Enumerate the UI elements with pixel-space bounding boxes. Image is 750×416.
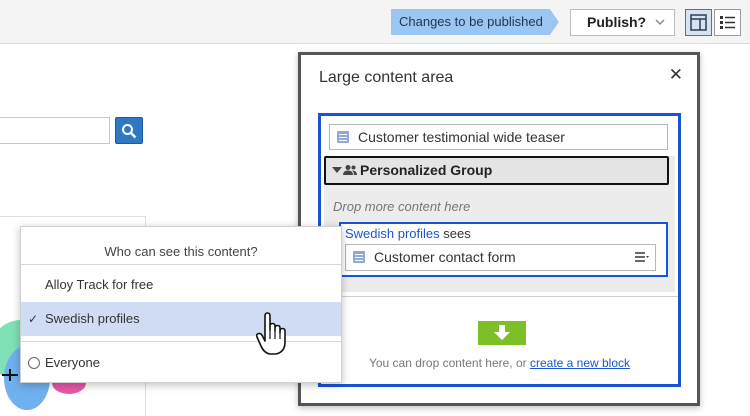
down-arrow-icon [478,321,526,345]
popup-title: Who can see this content? [104,244,258,259]
option-label: Swedish profiles [45,311,140,326]
variant-content-block[interactable]: Customer contact form [345,244,656,271]
drop-zone-label: You can drop content here, or [368,356,527,370]
large-content-area-dialog: Large content area ✕ Customer testimonia… [298,52,700,406]
content-area[interactable]: Customer testimonial wide teaser Persona… [318,113,681,387]
checkmark-icon: ✓ [28,312,39,326]
personalized-group: Personalized Group Drop more content her… [324,156,675,292]
content-block-label: Customer testimonial wide teaser [358,129,565,145]
users-icon [343,165,357,175]
option-alloy-track[interactable]: Alloy Track for free [21,268,341,302]
variant-block-label: Customer contact form [374,249,516,265]
document-icon [337,131,349,143]
app-window: Changes to be published Publish? Large c… [0,0,750,416]
visibility-popup: Who can see this content? Alloy Track fo… [20,226,342,383]
divider [21,341,341,342]
layout-panels-icon [690,14,707,31]
group-label: Personalized Group [360,162,493,178]
chevron-down-icon [654,10,666,43]
list-view-button[interactable] [714,9,741,36]
close-icon[interactable]: ✕ [669,65,683,85]
search-input[interactable] [0,117,110,144]
document-icon [353,251,365,263]
audience-line: Swedish profiles sees [345,226,471,241]
hand-cursor-icon [255,312,286,355]
status-badge: Changes to be published [391,9,559,35]
context-menu-icon[interactable] [635,252,649,262]
option-label: Alloy Track for free [45,277,154,292]
layout-panels-button[interactable] [685,9,712,36]
collapse-triangle-icon[interactable] [332,167,342,173]
option-everyone[interactable]: Everyone [21,346,341,380]
publish-label: Publish? [587,14,647,30]
sees-label: sees [443,226,471,241]
radio-icon [28,357,40,369]
divider [21,264,341,265]
decorative-plus [2,368,18,381]
dialog-title: Large content area [319,69,454,86]
drop-zone-text: You can drop content here, or create a n… [321,356,678,370]
divider [321,296,678,297]
personalized-group-header[interactable]: Personalized Group [324,156,669,185]
list-view-icon [720,16,735,29]
content-block[interactable]: Customer testimonial wide teaser [329,124,668,150]
audience-link[interactable]: Swedish profiles [345,226,440,241]
publish-button[interactable]: Publish? [570,9,675,36]
search-button[interactable] [115,117,143,144]
drop-hint: Drop more content here [333,199,471,214]
create-new-block-link[interactable]: create a new block [530,356,630,370]
option-swedish-profiles[interactable]: ✓ Swedish profiles [21,302,341,336]
divider [0,216,145,217]
top-toolbar: Changes to be published Publish? [0,0,750,44]
option-label: Everyone [45,355,100,370]
search-icon [122,123,137,138]
personalization-variant[interactable]: Swedish profiles sees Customer contact f… [339,222,668,277]
